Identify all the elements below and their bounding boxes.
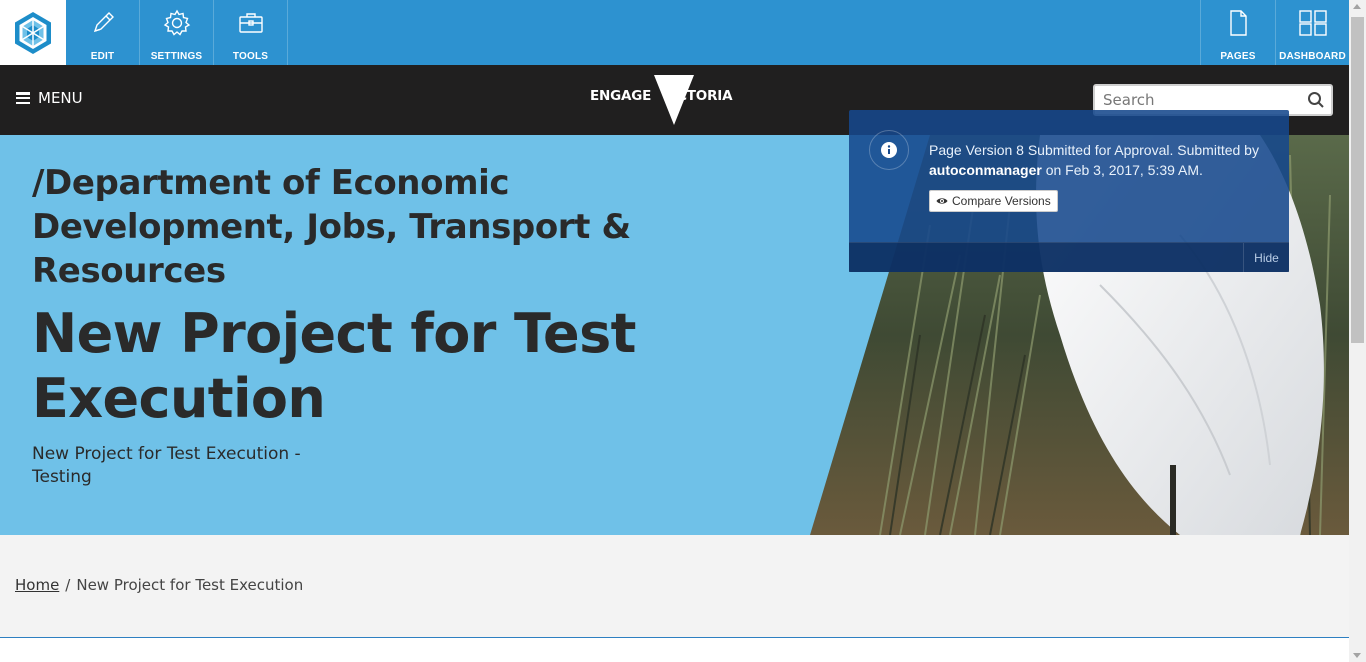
tools-button[interactable]: TOOLS (214, 0, 288, 65)
gear-icon (140, 9, 213, 37)
breadcrumb-separator: / (65, 576, 71, 594)
scroll-up-arrow-icon[interactable] (1353, 4, 1361, 9)
dashboard-button[interactable]: DASHBOARD (1275, 0, 1349, 65)
settings-label: SETTINGS (150, 51, 203, 62)
breadcrumb: Home / New Project for Test Execution (15, 576, 303, 594)
notice-text-after: on Feb 3, 2017, 5:39 AM. (1041, 162, 1203, 178)
compare-versions-label: Compare Versions (952, 194, 1051, 208)
page-scrollbar[interactable] (1349, 0, 1366, 662)
hamburger-icon (16, 92, 30, 104)
version-notification: Page Version 8 Submitted for Approval. S… (849, 110, 1289, 273)
cms-toolbar: EDIT SETTINGS TOOLS PAGES DASHBOARD (0, 0, 1349, 65)
cms-logo-icon[interactable] (0, 0, 66, 65)
pages-label: PAGES (1220, 51, 1256, 62)
menu-label: MENU (38, 89, 83, 107)
notification-footer: Hide (849, 242, 1289, 273)
eye-icon (936, 198, 948, 204)
notification-message: Page Version 8 Submitted for Approval. S… (929, 140, 1274, 180)
pencil-icon (66, 9, 139, 37)
notice-text-before: Page Version 8 Submitted for Approval. S… (929, 142, 1259, 158)
edit-button[interactable]: EDIT (66, 0, 140, 65)
brand-victoria: VICTORIA (662, 88, 733, 104)
breadcrumb-home-link[interactable]: Home (15, 576, 59, 594)
pages-button[interactable]: PAGES (1200, 0, 1275, 65)
search-icon[interactable] (1307, 91, 1325, 113)
breadcrumb-current: New Project for Test Execution (76, 576, 304, 594)
edit-label: EDIT (90, 51, 115, 62)
breadcrumb-bar: Home / New Project for Test Execution (0, 535, 1349, 638)
hide-button[interactable]: Hide (1243, 243, 1289, 273)
toolbox-icon (214, 9, 287, 37)
notice-user: autoconmanager (929, 162, 1042, 178)
scroll-thumb[interactable] (1351, 17, 1364, 343)
scroll-down-arrow-icon[interactable] (1353, 653, 1361, 658)
brand-engage: ENGAGE (590, 88, 652, 104)
tools-label: TOOLS (232, 51, 269, 62)
menu-button[interactable]: MENU (16, 89, 83, 107)
compare-versions-button[interactable]: Compare Versions (929, 190, 1058, 212)
page-icon (1201, 9, 1275, 37)
info-icon (869, 130, 909, 170)
settings-button[interactable]: SETTINGS (140, 0, 214, 65)
dashboard-label: DASHBOARD (1279, 51, 1346, 62)
grid-icon (1276, 9, 1349, 37)
page-subtitle: New Project for Test Execution - Testing (32, 444, 301, 487)
engage-victoria-logo[interactable]: ENGAGE VICTORIA (590, 75, 742, 125)
page-title: New Project for Test Execution (32, 302, 636, 430)
department-heading: /Department of Economic Development, Job… (32, 163, 631, 291)
